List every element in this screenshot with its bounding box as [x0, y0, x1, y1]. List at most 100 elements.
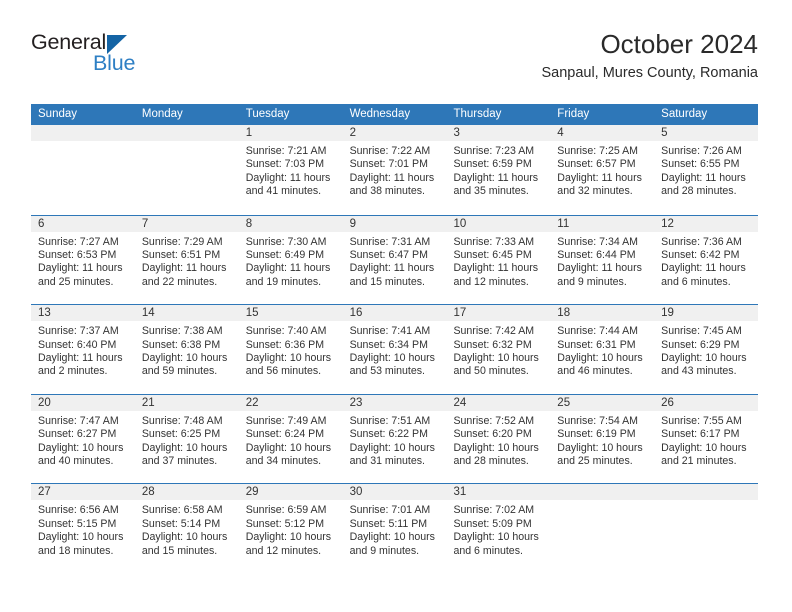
calendar-day-cell[interactable]: 7 Sunrise: 7:29 AM Sunset: 6:51 PM Daylight…: [134, 215, 239, 305]
calendar-day-cell[interactable]: 28 Sunrise: 6:58 AM Sunset: 5:14 PM Dayligh…: [134, 484, 239, 573]
day-detail-line: Sunrise: 7:44 AM: [557, 325, 638, 338]
day-number: 28: [134, 484, 239, 501]
day-detail-line: Sunrise: 7:54 AM: [557, 414, 638, 427]
calendar-day-cell[interactable]: 23 Sunrise: 7:51 AM Sunset: 6:22 PM Dayligh…: [342, 394, 447, 484]
calendar-day-cell[interactable]: 21 Sunrise: 7:48 AM Sunset: 6:25 PM Dayligh…: [134, 394, 239, 484]
day-detail-line: Daylight: 10 hours: [245, 441, 332, 454]
day-detail-line: and 19 minutes.: [245, 275, 322, 288]
day-detail-line: Daylight: 10 hours: [453, 352, 539, 364]
day-detail-line: Sunset: 6:34 PM: [349, 338, 428, 351]
day-detail-line: Sunset: 6:44 PM: [557, 249, 636, 261]
calendar-day-cell[interactable]: 24 Sunrise: 7:52 AM Sunset: 6:20 PM Dayligh…: [446, 394, 551, 484]
day-detail-line: Sunset: 7:01 PM: [349, 158, 428, 171]
day-number: 7: [134, 215, 239, 232]
day-details: [654, 500, 758, 504]
calendar-day-cell[interactable]: 3 Sunrise: 7:23 AM Sunset: 6:59 PM Daylight…: [446, 125, 551, 215]
day-detail-line: Sunrise: 6:59 AM: [245, 504, 327, 517]
day-detail-line: Sunset: 6:42 PM: [661, 249, 740, 261]
day-details: Sunrise: 6:58 AM Sunset: 5:14 PM Daylight:…: [135, 500, 239, 558]
day-detail-line: Daylight: 11 hours: [661, 262, 746, 275]
day-detail-line: and 53 minutes.: [349, 365, 425, 378]
calendar-day-cell[interactable]: 1 Sunrise: 7:21 AM Sunset: 7:03 PM Daylight…: [238, 125, 343, 215]
calendar-day-cell[interactable]: 2 Sunrise: 7:22 AM Sunset: 7:01 PM Daylight…: [342, 125, 447, 215]
day-detail-line: Daylight: 10 hours: [141, 531, 228, 544]
day-details: Sunrise: 7:34 AM Sunset: 6:44 PM Daylight:…: [550, 232, 654, 290]
day-detail-line: and 15 minutes.: [141, 544, 218, 557]
calendar-day-cell[interactable]: 22 Sunrise: 7:49 AM Sunset: 6:24 PM Dayligh…: [238, 394, 343, 484]
day-detail-line: Sunrise: 7:48 AM: [141, 414, 223, 427]
calendar-day-cell[interactable]: 17 Sunrise: 7:42 AM Sunset: 6:32 PM Dayligh…: [446, 305, 551, 394]
calendar-day-cell[interactable]: 26 Sunrise: 7:55 AM Sunset: 6:17 PM Dayligh…: [654, 394, 759, 484]
calendar-day-cell[interactable]: 10 Sunrise: 7:33 AM Sunset: 6:45 PM Dayligh…: [446, 215, 551, 305]
day-detail-line: and 37 minutes.: [141, 455, 218, 467]
calendar-day-cell[interactable]: 11 Sunrise: 7:34 AM Sunset: 6:44 PM Dayligh…: [550, 215, 655, 305]
calendar-day-cell[interactable]: 30 Sunrise: 7:01 AM Sunset: 5:11 PM Dayligh…: [342, 484, 447, 573]
calendar-day-cell[interactable]: 6 Sunrise: 7:27 AM Sunset: 6:53 PM Daylight…: [31, 215, 135, 305]
day-detail-line: Daylight: 10 hours: [141, 441, 228, 454]
calendar-day-cell[interactable]: 25 Sunrise: 7:54 AM Sunset: 6:19 PM Dayligh…: [550, 394, 655, 484]
calendar-day-cell[interactable]: 27 Sunrise: 6:56 AM Sunset: 5:15 PM Dayligh…: [31, 484, 135, 573]
day-detail-line: Daylight: 11 hours: [557, 262, 642, 275]
calendar-day-cell[interactable]: 9 Sunrise: 7:31 AM Sunset: 6:47 PM Daylight…: [342, 215, 447, 305]
day-detail-line: Daylight: 10 hours: [661, 352, 747, 364]
day-detail-line: and 6 minutes.: [453, 544, 523, 557]
day-number: 16: [342, 305, 447, 322]
calendar-day-cell[interactable]: 31 Sunrise: 7:02 AM Sunset: 5:09 PM Dayligh…: [446, 484, 551, 573]
day-detail-line: and 43 minutes.: [661, 365, 737, 378]
day-details: Sunrise: 7:31 AM Sunset: 6:47 PM Daylight:…: [343, 232, 447, 290]
day-number: 19: [654, 305, 759, 322]
day-number: 30: [342, 484, 447, 501]
page-title: October 2024: [600, 29, 758, 59]
calendar-day-cell[interactable]: 13 Sunrise: 7:37 AM Sunset: 6:40 PM Dayligh…: [31, 305, 135, 394]
day-detail-line: and 9 minutes.: [557, 275, 627, 288]
day-number: 26: [654, 394, 759, 411]
day-details: Sunrise: 7:45 AM Sunset: 6:29 PM Daylight:…: [654, 321, 758, 379]
day-detail-line: Sunrise: 7:22 AM: [349, 145, 431, 157]
day-detail-line: Sunrise: 7:51 AM: [349, 414, 431, 427]
calendar-cell-empty: [134, 125, 239, 215]
calendar-day-cell[interactable]: 12 Sunrise: 7:36 AM Sunset: 6:42 PM Dayligh…: [654, 215, 759, 305]
day-detail-line: Sunset: 6:53 PM: [38, 249, 117, 261]
day-details: Sunrise: 7:51 AM Sunset: 6:22 PM Daylight:…: [343, 411, 447, 469]
calendar-week-row: 13 Sunrise: 7:37 AM Sunset: 6:40 PM Dayligh…: [31, 304, 759, 394]
day-detail-line: and 41 minutes.: [245, 185, 322, 198]
calendar-day-cell[interactable]: 16 Sunrise: 7:41 AM Sunset: 6:34 PM Dayligh…: [342, 305, 447, 394]
day-number: 23: [342, 394, 447, 411]
day-detail-line: Daylight: 10 hours: [661, 441, 747, 454]
weekday-header-saturday: Saturday: [661, 108, 708, 120]
day-detail-line: Sunset: 6:24 PM: [245, 428, 325, 441]
day-detail-line: Daylight: 11 hours: [453, 171, 539, 184]
calendar-week-row: 6 Sunrise: 7:27 AM Sunset: 6:53 PM Daylight…: [31, 214, 759, 305]
day-detail-line: and 2 minutes.: [38, 365, 108, 378]
calendar-day-cell[interactable]: 29 Sunrise: 6:59 AM Sunset: 5:12 PM Dayligh…: [238, 484, 343, 573]
day-number: 2: [342, 125, 447, 141]
day-detail-line: Daylight: 10 hours: [349, 352, 435, 364]
day-detail-line: and 12 minutes.: [453, 275, 529, 288]
day-detail-line: and 50 minutes.: [453, 365, 529, 378]
day-detail-line: Sunset: 7:03 PM: [245, 158, 325, 171]
calendar-day-cell[interactable]: 18 Sunrise: 7:44 AM Sunset: 6:31 PM Dayligh…: [550, 305, 655, 394]
day-number: 27: [31, 484, 135, 501]
day-detail-line: Daylight: 10 hours: [349, 441, 435, 454]
day-detail-line: and 38 minutes.: [349, 185, 425, 198]
day-detail-line: Sunrise: 7:21 AM: [245, 145, 327, 157]
calendar-page: General Blue October 2024 Sanpaul, Mures…: [0, 0, 792, 612]
weekday-header-tuesday: Tuesday: [245, 108, 290, 120]
day-detail-line: and 34 minutes.: [245, 455, 322, 467]
calendar-day-cell[interactable]: 8 Sunrise: 7:30 AM Sunset: 6:49 PM Daylight…: [238, 215, 343, 305]
day-detail-line: Sunset: 6:32 PM: [453, 338, 532, 351]
calendar-day-cell[interactable]: 4 Sunrise: 7:25 AM Sunset: 6:57 PM Daylight…: [550, 125, 655, 215]
calendar-day-cell[interactable]: 19 Sunrise: 7:45 AM Sunset: 6:29 PM Dayligh…: [654, 305, 759, 394]
day-details: Sunrise: 7:33 AM Sunset: 6:45 PM Daylight:…: [446, 232, 550, 290]
day-details: Sunrise: 7:01 AM Sunset: 5:11 PM Daylight:…: [343, 500, 447, 558]
calendar-day-cell[interactable]: 14 Sunrise: 7:38 AM Sunset: 6:38 PM Dayligh…: [134, 305, 239, 394]
day-detail-line: and 32 minutes.: [557, 185, 633, 198]
day-detail-line: Daylight: 11 hours: [349, 171, 435, 184]
day-detail-line: and 21 minutes.: [661, 455, 737, 467]
calendar-day-cell[interactable]: 15 Sunrise: 7:40 AM Sunset: 6:36 PM Dayligh…: [238, 305, 343, 394]
day-detail-line: Sunset: 6:31 PM: [557, 338, 636, 351]
day-details: Sunrise: 7:22 AM Sunset: 7:01 PM Daylight:…: [343, 141, 447, 199]
calendar-day-cell[interactable]: 5 Sunrise: 7:26 AM Sunset: 6:55 PM Daylight…: [654, 125, 759, 215]
calendar-day-cell[interactable]: 20 Sunrise: 7:47 AM Sunset: 6:27 PM Dayligh…: [31, 394, 135, 484]
day-number: [134, 125, 239, 141]
